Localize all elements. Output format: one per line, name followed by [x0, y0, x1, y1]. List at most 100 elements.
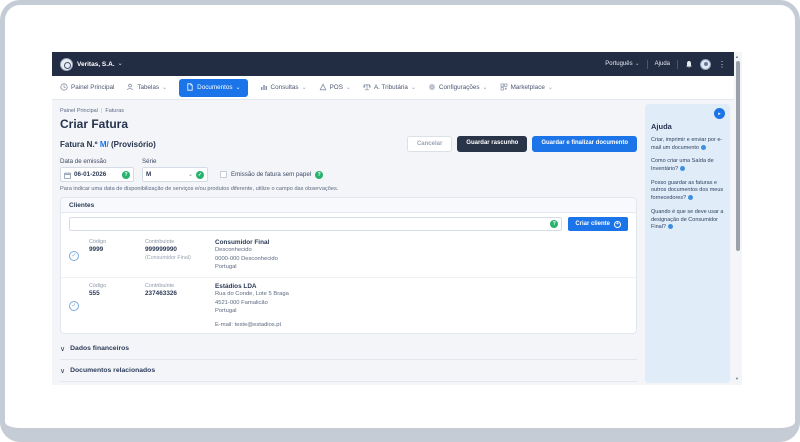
paperless-label: Emissão de fatura sem papel [231, 171, 311, 178]
info-icon[interactable] [701, 145, 706, 150]
address-line: 0000-000 Desconhecido [215, 255, 628, 264]
navbar: Painel Principal Tabelas ⌄ Documentos ⌄ … [52, 76, 734, 100]
nav-tabelas[interactable]: Tabelas ⌄ [126, 83, 167, 93]
chevron-down-icon: ⌄ [302, 85, 307, 91]
topbar-actions: Português ⌄ Ajuda ⋮ [605, 59, 726, 70]
section-label: Documentos relacionados [70, 367, 155, 374]
document-number-row: Fatura N.º M/ (Provisório) Cancelar Guar… [60, 136, 637, 152]
help-question-icon[interactable]: ? [550, 220, 558, 228]
cancel-button[interactable]: Cancelar [407, 136, 452, 152]
bar-chart-icon [260, 83, 268, 93]
help-item-text: Quando é que se deve usar a designação d… [651, 209, 723, 230]
help-item[interactable]: Quando é que se deve usar a designação d… [651, 209, 724, 232]
bell-icon[interactable] [685, 60, 693, 69]
chevron-down-icon: ⌄ [188, 171, 193, 178]
scroll-down-icon[interactable]: ▼ [735, 377, 739, 381]
help-question-icon[interactable]: ? [122, 171, 130, 179]
gear-icon [428, 83, 436, 93]
document-icon [186, 83, 194, 93]
series-select[interactable]: M ⌄ ✓ [142, 167, 208, 182]
plus-circle-icon: + [614, 221, 621, 228]
help-item[interactable]: Posso guardar as faturas e outros docume… [651, 180, 724, 203]
breadcrumb-current[interactable]: Faturas [105, 108, 124, 114]
nav-marketplace[interactable]: Marketplace ⌄ [500, 83, 553, 93]
create-client-label: Criar cliente [575, 221, 610, 227]
docnum-series: M/ [100, 140, 109, 149]
address-line: 4521-000 Famalicão [215, 299, 628, 308]
nav-configuracoes[interactable]: Configurações ⌄ [428, 83, 488, 93]
nav-painel-principal[interactable]: Painel Principal [60, 83, 114, 93]
client-email: E-mail: teste@estadios.pt [215, 322, 628, 328]
nav-label: Tabelas [137, 84, 159, 91]
action-buttons: Cancelar Guardar rascunho Guardar e fina… [407, 136, 637, 152]
nav-pos[interactable]: POS ⌄ [319, 83, 351, 93]
client-details-cell: Consumidor Final Desconhecido 0000-000 D… [215, 239, 628, 272]
check-circle-icon[interactable]: ✓ [69, 251, 79, 261]
row-check-cell: ✓ [69, 239, 89, 272]
help-link[interactable]: Ajuda [655, 61, 670, 67]
help-item[interactable]: Criar, imprimir e enviar por e-mail um d… [651, 137, 724, 152]
help-title: Ajuda [651, 122, 724, 131]
calendar-icon [64, 166, 71, 184]
window-mockup: Veritas, S.A. ⌄ Português ⌄ Ajuda ⋮ [0, 0, 800, 442]
chevron-down-icon: ⌄ [411, 85, 416, 91]
document-number: Fatura N.º M/ (Provisório) [60, 140, 156, 149]
avatar[interactable] [700, 59, 711, 70]
series-label: Série [142, 158, 216, 165]
availability-note: Para indicar uma data de disponibilizaçã… [60, 186, 637, 192]
client-vat-cell: Contribuinte 237463326 [145, 283, 215, 328]
vertical-scrollbar[interactable]: ▲ ▼ [734, 52, 742, 385]
section-dados-financeiros[interactable]: ∨ Dados financeiros [60, 338, 637, 360]
client-code-cell: Código 555 [89, 283, 145, 328]
nav-consultas[interactable]: Consultas ⌄ [260, 83, 307, 93]
nav-label: Consultas [271, 84, 299, 91]
client-name: Consumidor Final [215, 239, 628, 246]
help-collapse-button[interactable]: ▸ [714, 108, 725, 119]
issue-date-field[interactable]: 06-01-2026 ? [60, 167, 134, 182]
paperless-group: Emissão de fatura sem papel ? [220, 171, 323, 179]
help-item[interactable]: Como criar uma Saída de Inventário? [651, 158, 724, 173]
grid-plus-icon [500, 83, 508, 93]
chevron-down-icon: ⌄ [162, 85, 167, 91]
save-finalize-button[interactable]: Guardar e finalizar documento [532, 136, 637, 152]
info-icon[interactable] [688, 195, 693, 200]
help-item-text: Posso guardar as faturas e outros docume… [651, 180, 723, 201]
nav-documentos[interactable]: Documentos ⌄ [179, 79, 247, 97]
address-line: Portugal [215, 307, 628, 316]
address-line: Rua do Conde, Lote 5 Braga [215, 290, 628, 299]
language-label: Português [605, 61, 632, 67]
scrollbar-thumb[interactable] [736, 61, 740, 251]
chevron-down-icon: ⌄ [548, 85, 553, 91]
vat-note: (Consumidor Final) [145, 255, 215, 261]
help-item-text: Criar, imprimir e enviar por e-mail um d… [651, 137, 722, 151]
client-search-input[interactable]: ? [69, 217, 562, 231]
code-value: 9999 [89, 246, 145, 253]
company-selector[interactable]: Veritas, S.A. ⌄ [77, 61, 123, 68]
clock-icon [60, 83, 68, 93]
info-icon[interactable] [680, 166, 685, 171]
info-icon[interactable] [668, 224, 673, 229]
vat-label: Contribuinte [145, 283, 215, 289]
code-label: Código [89, 283, 145, 289]
vat-value: 237463326 [145, 290, 215, 297]
nav-a-tributaria[interactable]: A. Tributária ⌄ [363, 83, 416, 93]
client-row-estadios[interactable]: ✓ Código 555 Contribuinte 237463326 Está… [61, 277, 636, 333]
scroll-up-icon[interactable]: ▲ [735, 55, 739, 59]
help-question-icon[interactable]: ? [315, 171, 323, 179]
nav-label: A. Tributária [374, 84, 408, 91]
chevron-down-icon: ∨ [60, 367, 65, 375]
kebab-menu-icon[interactable]: ⋮ [718, 60, 726, 69]
check-circle-icon[interactable]: ✓ [69, 301, 79, 311]
breadcrumb-home[interactable]: Painel Principal [60, 108, 98, 114]
help-panel: ▸ Ajuda Criar, imprimir e enviar por e-m… [645, 104, 730, 383]
create-client-button[interactable]: Criar cliente + [568, 217, 628, 231]
breadcrumb-separator: | [101, 108, 102, 114]
save-draft-button[interactable]: Guardar rascunho [457, 136, 527, 152]
issue-date-label: Data de emissão [60, 158, 142, 165]
language-selector[interactable]: Português ⌄ [605, 61, 639, 67]
vat-value: 999999990 [145, 246, 215, 253]
nav-label: Configurações [439, 84, 480, 91]
paperless-checkbox[interactable] [220, 171, 227, 178]
section-documentos-relacionados[interactable]: ∨ Documentos relacionados [60, 360, 637, 382]
client-row-consumidor-final[interactable]: ✓ Código 9999 Contribuinte 999999990 (Co… [61, 234, 636, 277]
